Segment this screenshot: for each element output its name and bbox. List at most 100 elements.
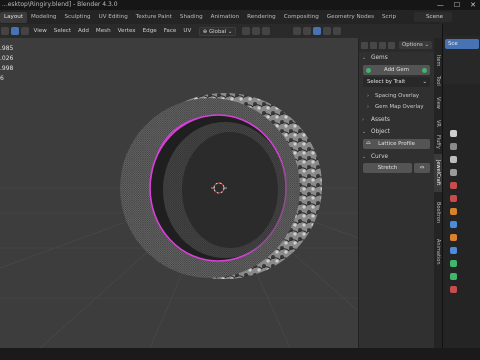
panel-object-header[interactable]: ⌄ Object (359, 126, 434, 138)
select-by-trait-label: Select by Trait (367, 79, 406, 85)
gem-icon (366, 67, 371, 73)
maximize-icon[interactable]: ☐ (454, 0, 460, 10)
side-tab-vr[interactable]: VR (434, 116, 442, 130)
panel-assets-header[interactable]: › Assets (359, 114, 434, 126)
physics-icon[interactable] (450, 247, 457, 254)
lattice-profile-button[interactable]: ⌓ Lattice Profile (363, 139, 430, 149)
menu-edge[interactable]: Edge (139, 28, 160, 34)
menu-mesh[interactable]: Mesh (92, 28, 114, 34)
add-gem-button[interactable]: Add Gem (363, 65, 430, 75)
vertex-select-icon[interactable] (21, 27, 29, 35)
side-tab-item[interactable]: Item (434, 52, 442, 70)
side-tab-tool[interactable]: Tool (434, 72, 442, 90)
menu-add[interactable]: Add (75, 28, 93, 34)
add-gem-label: Add Gem (384, 67, 409, 73)
tab-shading[interactable]: Shading (176, 12, 207, 23)
object-icon[interactable] (450, 208, 457, 215)
ring-mesh[interactable] (120, 93, 322, 279)
orientation-label: Global (209, 28, 227, 35)
snap-toggle-icon[interactable] (370, 41, 377, 49)
options-label: Options (401, 42, 423, 48)
tool-icon[interactable] (450, 130, 457, 137)
panel-gems-title: Gems (371, 55, 388, 61)
pivot-icon[interactable] (242, 27, 251, 35)
side-tab-booltron[interactable]: Booltron (434, 196, 442, 230)
right-editors-column: Sce (442, 24, 480, 348)
curve-options-button[interactable]: ⇔ (414, 163, 430, 173)
output-icon[interactable] (450, 156, 457, 163)
editor-type-icon[interactable] (1, 27, 9, 35)
side-tab-animation[interactable]: Animation (434, 232, 442, 272)
side-tab-view[interactable]: View (434, 94, 442, 112)
menu-uv[interactable]: UV (180, 28, 195, 34)
outliner[interactable]: Sce (443, 36, 480, 84)
stretch-button[interactable]: Stretch (363, 163, 412, 173)
side-tab-jewelcraft[interactable]: JewelCraft (434, 154, 442, 192)
toggle-icon[interactable] (361, 41, 368, 49)
stat-line: .998 (0, 65, 14, 72)
mirror-icon[interactable] (379, 41, 386, 49)
tab-modeling[interactable]: Modeling (27, 12, 60, 23)
axis-icon[interactable] (388, 41, 395, 49)
stat-line: 6 (0, 75, 4, 82)
scene-icon[interactable] (450, 182, 457, 189)
modifier-icon[interactable] (450, 221, 457, 228)
panel-object-title: Object (371, 129, 390, 135)
render-icon[interactable] (450, 143, 457, 150)
scene-selector[interactable]: Scene (414, 12, 452, 22)
gem-settings-icon[interactable] (422, 67, 427, 73)
transform-orientation-select[interactable]: ⊕ Global ⌄ (198, 26, 237, 36)
tab-scripting[interactable]: Scrip (378, 12, 400, 23)
gizmo-icon[interactable] (303, 27, 312, 35)
scene-label: Scene (426, 14, 444, 20)
chevron-down-icon: ⌄ (362, 55, 367, 61)
tab-compositing[interactable]: Compositing (280, 12, 323, 23)
panel-curve-title: Curve (371, 154, 389, 160)
particles-icon[interactable] (450, 234, 457, 241)
menu-view[interactable]: View (30, 28, 50, 34)
window-title: ...esktop\Ringiry.blend] - Blender 4.3.0 (2, 1, 118, 8)
panel-gems-header[interactable]: ⌄ Gems (359, 52, 434, 64)
stretch-label: Stretch (377, 165, 398, 171)
select-mode-icon[interactable] (11, 27, 19, 35)
lattice-icon: ⌓ (366, 139, 371, 146)
gem-map-overlay-subpanel[interactable]: › Gem Map Overlay (359, 101, 434, 112)
tab-texture-paint[interactable]: Texture Paint (132, 12, 176, 23)
tab-layout[interactable]: Layout (0, 11, 28, 23)
curve-options-icon: ⇔ (419, 165, 425, 171)
minimize-icon[interactable]: — (437, 0, 444, 10)
view-layer-icon[interactable] (450, 169, 457, 176)
menu-face[interactable]: Face (160, 28, 180, 34)
tab-animation[interactable]: Animation (207, 12, 244, 23)
world-icon[interactable] (450, 195, 457, 202)
tab-geometry-nodes[interactable]: Geometry Nodes (323, 12, 378, 23)
xray-icon[interactable] (323, 27, 332, 35)
solid-shading-icon[interactable] (333, 27, 342, 35)
constraints-icon[interactable] (450, 260, 457, 267)
gem-map-overlay-label: Gem Map Overlay (375, 103, 424, 110)
options-dropdown[interactable]: Options ⌄ (398, 41, 432, 49)
outliner-scene-row[interactable]: Sce (445, 39, 479, 49)
chevron-down-icon: ⌄ (422, 79, 427, 85)
overlay-icon[interactable] (313, 27, 322, 35)
visibility-icon[interactable] (293, 27, 302, 35)
spacing-overlay-subpanel[interactable]: › Spacing Overlay (359, 90, 434, 101)
viewport-header: View Select Add Mesh Vertex Edge Face UV… (0, 24, 442, 38)
sidebar-toolbar: Options ⌄ (359, 38, 434, 52)
tab-uv-editing[interactable]: UV Editing (95, 12, 132, 23)
proportional-edit-icon[interactable] (262, 27, 271, 35)
panel-curve-header[interactable]: ⌄ Curve (359, 151, 434, 163)
stat-line: .026 (0, 55, 14, 62)
select-by-trait-dropdown[interactable]: Select by Trait ⌄ (363, 77, 430, 87)
properties-tabs (449, 130, 460, 299)
material-icon[interactable] (450, 286, 457, 293)
data-icon[interactable] (450, 273, 457, 280)
side-tab-fluffy[interactable]: Fluffy (434, 132, 442, 152)
menu-vertex[interactable]: Vertex (114, 28, 139, 34)
menu-select[interactable]: Select (50, 28, 74, 34)
tab-rendering[interactable]: Rendering (243, 12, 280, 23)
close-icon[interactable]: ✕ (470, 0, 476, 10)
tab-sculpting[interactable]: Sculpting (60, 12, 94, 23)
lattice-profile-label: Lattice Profile (378, 141, 415, 147)
snap-icon[interactable] (252, 27, 261, 35)
